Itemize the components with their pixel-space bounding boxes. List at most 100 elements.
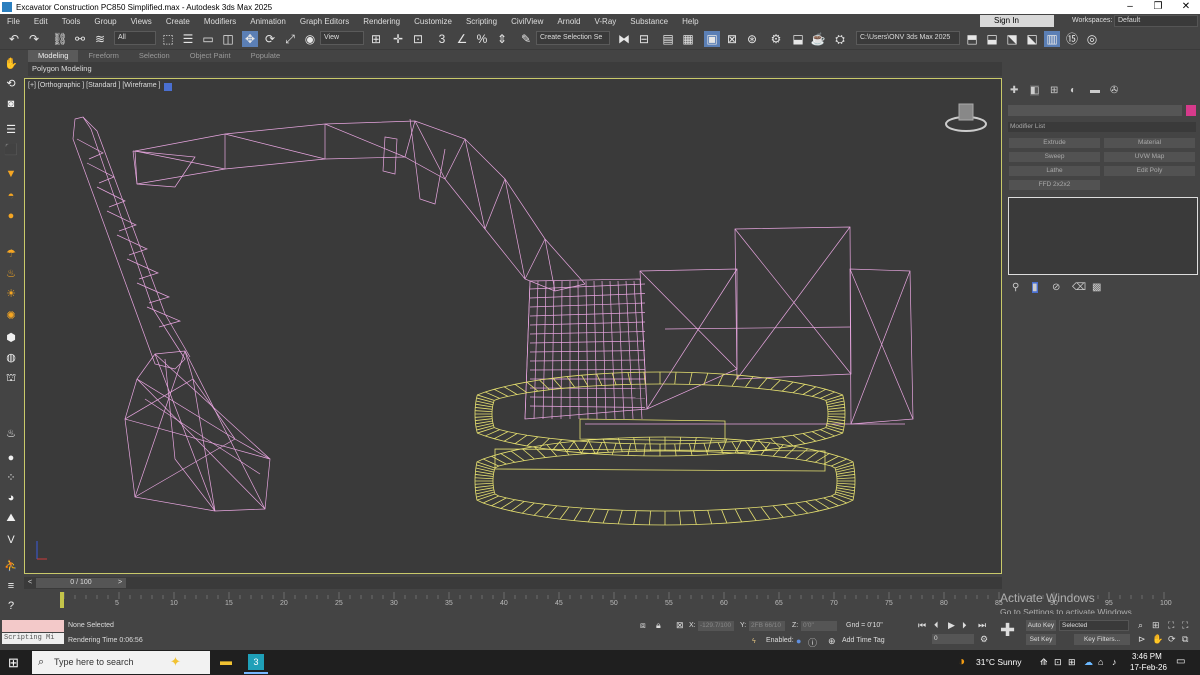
rotate-icon[interactable]: ⟳: [262, 31, 278, 47]
redo-icon[interactable]: ↷: [26, 31, 42, 47]
object-color-swatch[interactable]: [1186, 105, 1196, 116]
spinner-snap-icon[interactable]: ⇕: [494, 31, 510, 47]
hierarchy-tab-icon[interactable]: ⊞: [1050, 85, 1058, 96]
percent-snap-icon[interactable]: %: [474, 31, 490, 47]
create-tab-icon[interactable]: ✚: [1010, 85, 1018, 96]
modifier-stack[interactable]: [1008, 197, 1198, 275]
menu-help[interactable]: Help: [675, 17, 705, 26]
mirror-icon[interactable]: ⧓: [616, 31, 632, 47]
clock-time[interactable]: 3:46 PM: [1132, 652, 1162, 661]
3dsmax-taskbar-icon[interactable]: 3: [248, 654, 264, 670]
menu-create[interactable]: Create: [159, 17, 197, 26]
remove-modifier-icon[interactable]: ⌫: [1072, 282, 1086, 293]
save-file-icon[interactable]: ⬓: [984, 31, 1000, 47]
orbit-view-icon[interactable]: ⟳: [1168, 634, 1176, 645]
menu-graph-editors[interactable]: Graph Editors: [293, 17, 356, 26]
viewport-label[interactable]: [+] [Orthographic ] [Standard ] [Wirefra…: [28, 82, 160, 89]
window-crossing-icon[interactable]: ◫: [220, 31, 236, 47]
modifier-list-dropdown[interactable]: Modifier List: [1008, 122, 1196, 132]
selection-lock-icon[interactable]: 🔒︎: [656, 620, 661, 631]
named-selection-dropdown[interactable]: Create Selection Se: [536, 31, 610, 45]
key-mode-dropdown[interactable]: Selected: [1059, 620, 1129, 631]
ribbon-tab-object-paint[interactable]: Object Paint: [180, 50, 241, 62]
zoom-extents-icon[interactable]: ⛶: [1168, 620, 1174, 631]
scale-icon[interactable]: ⤢: [282, 31, 298, 47]
open-file-icon[interactable]: ⬒: [964, 31, 980, 47]
particles-icon[interactable]: ⁘: [3, 470, 19, 486]
set-key-button[interactable]: Set Key: [1026, 634, 1056, 645]
shader-icon[interactable]: ◕: [3, 490, 19, 506]
modify-tab-icon[interactable]: ◧: [1030, 85, 1040, 96]
ribbon-tab-modeling[interactable]: Modeling: [28, 50, 79, 62]
motion-tab-icon[interactable]: ◐: [1070, 85, 1076, 96]
fire-icon[interactable]: ♨: [3, 426, 19, 442]
time-slider-thumb[interactable]: 0 / 100: [36, 578, 126, 588]
scripting-mini-label[interactable]: Scripting Mi: [2, 633, 64, 644]
menu-customize[interactable]: Customize: [407, 17, 459, 26]
vray-icon[interactable]: V: [3, 532, 19, 548]
sync-icon[interactable]: ◎: [1084, 31, 1100, 47]
weather-icon[interactable]: ◑: [958, 654, 965, 668]
angle-snap-icon[interactable]: ∠: [454, 31, 470, 47]
box-icon[interactable]: ⬢: [3, 330, 19, 346]
menu-animation[interactable]: Animation: [243, 17, 293, 26]
lamp-icon[interactable]: ☂: [3, 246, 19, 262]
unlink-icon[interactable]: ⚯: [72, 31, 88, 47]
move-icon[interactable]: ✥: [242, 31, 258, 47]
set-keys-icon[interactable]: ✚: [1000, 620, 1015, 641]
go-to-start-icon[interactable]: ⏮: [918, 620, 926, 631]
sun-icon[interactable]: ☀: [3, 286, 19, 302]
menu-arnold[interactable]: Arnold: [550, 17, 587, 26]
time-config-icon[interactable]: ⚙: [980, 634, 988, 645]
taskbar-search[interactable]: Type here to search: [32, 651, 210, 674]
time-next-button[interactable]: >: [118, 579, 122, 586]
undo-icon[interactable]: ↶: [6, 31, 22, 47]
selection-filter-dropdown[interactable]: All: [114, 31, 156, 45]
keyboard-shortcut-icon[interactable]: ⊡: [410, 31, 426, 47]
windows-start-icon[interactable]: ⊞: [8, 655, 19, 671]
zoom-all-icon[interactable]: ⊞: [1152, 620, 1160, 631]
select-tool-icon[interactable]: ✋: [3, 56, 19, 72]
maxscript-listener-input[interactable]: [2, 620, 64, 632]
info-icon[interactable]: ⓘ: [808, 636, 817, 649]
schematic-view-icon[interactable]: ⊠: [724, 31, 740, 47]
menu-modifiers[interactable]: Modifiers: [197, 17, 243, 26]
link-icon[interactable]: ⛓: [52, 31, 68, 47]
edit-named-selection-icon[interactable]: ✎: [518, 31, 534, 47]
time-slider[interactable]: [24, 577, 1002, 589]
curve-editor-icon[interactable]: ▣: [704, 31, 720, 47]
show-end-result-icon[interactable]: ▮: [1032, 282, 1038, 293]
structure-icon[interactable]: ⛫: [3, 370, 19, 386]
ribbon-tab-selection[interactable]: Selection: [129, 50, 180, 62]
tray-icon-2[interactable]: ⊡: [1054, 657, 1062, 668]
x-coordinate-field[interactable]: -129.7/100: [698, 621, 734, 631]
pivot-center-icon[interactable]: ⊞: [368, 31, 384, 47]
onedrive-icon[interactable]: ☁: [1084, 657, 1093, 668]
material-editor-icon[interactable]: ⊛: [744, 31, 760, 47]
viewport-layout-icon[interactable]: [164, 83, 172, 91]
file-explorer-icon[interactable]: ▬: [220, 654, 232, 668]
tray-icon-3[interactable]: ⊞: [1068, 657, 1076, 668]
menu-v-ray[interactable]: V-Ray: [588, 17, 624, 26]
layer-explorer-icon[interactable]: ▤: [660, 31, 676, 47]
scene-explorer-icon[interactable]: ⬕: [1024, 31, 1040, 47]
menu-rendering[interactable]: Rendering: [356, 17, 407, 26]
workspaces-dropdown[interactable]: Default: [1114, 15, 1198, 27]
ffd-button[interactable]: FFD 2x2x2: [1009, 180, 1100, 190]
project-folder-dropdown[interactable]: C:\Users\ONV 3ds Max 2025: [856, 31, 960, 45]
add-time-tag[interactable]: Add Time Tag: [842, 637, 885, 644]
utilities-tab-icon[interactable]: ✇: [1110, 85, 1118, 96]
video-camera-icon[interactable]: ⬛: [3, 142, 19, 158]
menu-civilview[interactable]: CivilView: [504, 17, 550, 26]
menu-substance[interactable]: Substance: [623, 17, 675, 26]
z-coordinate-field[interactable]: 0'0": [801, 621, 837, 631]
omni-light-icon[interactable]: ♨: [3, 266, 19, 282]
isolate-selection-icon[interactable]: ⧈: [640, 620, 646, 631]
snap-toggle-icon[interactable]: 3: [434, 31, 450, 47]
notifications-icon[interactable]: ▭: [1176, 656, 1185, 667]
close-button[interactable]: ✕: [1172, 0, 1200, 14]
select-object-icon[interactable]: ⬚: [160, 31, 176, 47]
viewport-orthographic[interactable]: [24, 78, 1002, 574]
lathe-button[interactable]: Lathe: [1009, 166, 1100, 176]
list-icon[interactable]: ≡: [3, 578, 19, 594]
